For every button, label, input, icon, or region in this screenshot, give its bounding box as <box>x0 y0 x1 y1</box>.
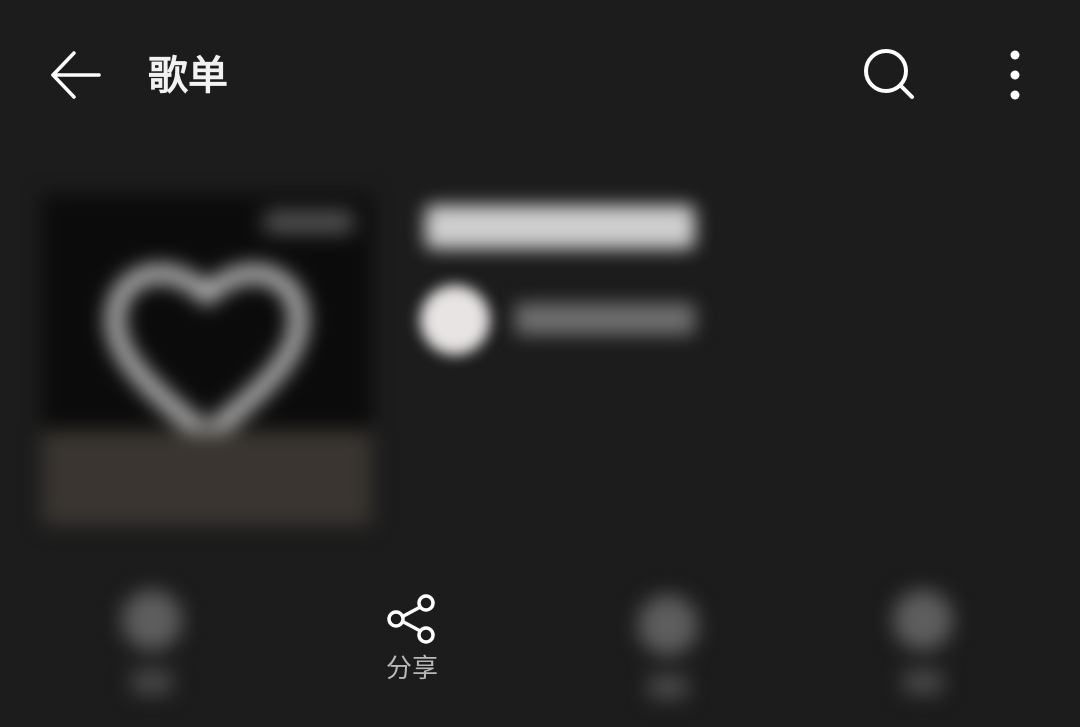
back-arrow-icon <box>51 51 101 99</box>
playlist-title <box>425 205 695 249</box>
action-button-3[interactable] <box>638 595 698 699</box>
share-button[interactable]: 分享 <box>372 585 452 695</box>
top-bar: 歌单 <box>0 0 1080 150</box>
cover-bottom-band <box>42 430 372 525</box>
heart-icon <box>107 265 307 446</box>
action-4-label <box>903 670 943 694</box>
action-1-icon <box>122 590 182 650</box>
creator-avatar[interactable] <box>420 285 490 355</box>
action-button-1[interactable] <box>122 590 182 694</box>
share-icon <box>387 594 435 644</box>
search-icon <box>864 49 914 99</box>
share-label: 分享 <box>385 654 438 684</box>
more-options-button[interactable] <box>975 30 1055 120</box>
cover-tag <box>264 211 354 233</box>
action-4-icon <box>893 590 953 650</box>
back-button[interactable] <box>30 30 120 120</box>
action-1-label <box>132 670 172 694</box>
action-3-label <box>648 675 688 699</box>
action-3-icon <box>638 595 698 655</box>
creator-name[interactable] <box>515 303 695 335</box>
search-button[interactable] <box>845 30 935 120</box>
playlist-page: 歌单 分享 <box>0 0 1080 727</box>
action-button-4[interactable] <box>893 590 953 694</box>
more-vertical-icon <box>1010 50 1020 100</box>
page-title: 歌单 <box>148 53 228 99</box>
playlist-cover-image[interactable] <box>42 195 372 525</box>
